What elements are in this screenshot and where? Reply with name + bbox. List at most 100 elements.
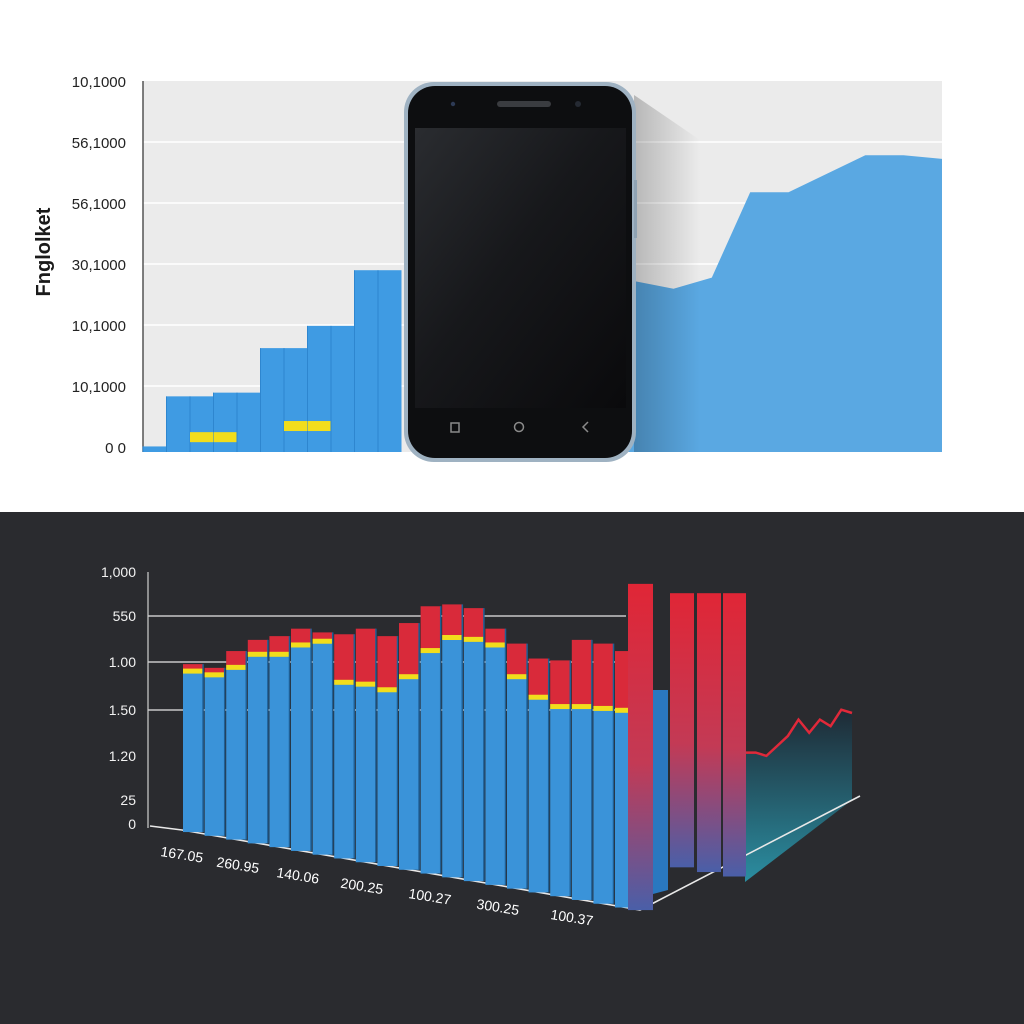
bar [237, 392, 261, 452]
bar-top-segment [442, 604, 463, 638]
bar-isolated [697, 593, 721, 873]
y-tick-label: 56,1000 [72, 196, 126, 213]
y-tick-label: 30,1000 [72, 257, 126, 274]
bar-highlight [420, 648, 441, 654]
bar [378, 270, 402, 452]
bar-highlight [334, 679, 355, 685]
y-tick-label: 10,1000 [72, 74, 126, 91]
bar-series [183, 583, 746, 911]
y-tick-labels: 1,000 550 1.00 1.50 1.20 25 0 [101, 564, 136, 832]
y-tick-label: 10,1000 [72, 379, 126, 396]
bar [291, 645, 312, 851]
bar-highlight [571, 704, 592, 710]
bar [354, 270, 378, 452]
bar [550, 707, 571, 897]
bar [166, 396, 190, 452]
bar-top-segment [355, 628, 376, 685]
y-tick-label: 56,1000 [72, 135, 126, 152]
bar [377, 690, 398, 867]
y-tick-label: 0 0 [105, 440, 126, 457]
bar [355, 684, 376, 863]
x-tick-label: 260.95 [216, 854, 261, 877]
y-tick-label: 1.00 [109, 654, 136, 670]
bar [420, 651, 441, 874]
bar [204, 675, 225, 836]
y-tick-label: 25 [120, 792, 136, 808]
bar-highlight [485, 642, 506, 648]
top-chart-panel: 10,1000 56,1000 56,1000 30,1000 10,1000 10,10… [0, 0, 1024, 512]
bar [213, 392, 237, 452]
bar-highlight [355, 681, 376, 687]
bar-highlight [550, 704, 571, 710]
x-tick-label: 100.37 [550, 906, 595, 929]
bar [312, 641, 333, 855]
back-wall-area [745, 708, 853, 882]
bar-highlight [442, 635, 463, 640]
bar [528, 697, 549, 893]
bar-highlight [284, 421, 308, 432]
bar [226, 667, 247, 840]
y-tick-labels: 10,1000 56,1000 56,1000 30,1000 10,1000 10,10… [72, 74, 126, 457]
bar [485, 645, 506, 885]
bar [463, 639, 484, 882]
bar [247, 654, 268, 844]
y-tick-label: 550 [113, 608, 137, 624]
bar-highlight [226, 664, 247, 670]
bar-top-segment [420, 606, 441, 652]
bar [143, 446, 167, 452]
bar-highlight [183, 668, 204, 674]
bar-isolated [670, 593, 694, 868]
y-tick-label: 1.50 [109, 702, 136, 718]
bar-isolated [723, 593, 746, 877]
bar-highlight [269, 651, 290, 657]
y-tick-label: 10,1000 [72, 318, 126, 335]
bar-highlight [247, 651, 268, 657]
bar-highlight [204, 672, 225, 678]
bar [334, 682, 355, 859]
bar [269, 654, 290, 848]
bar [571, 707, 592, 900]
bar-top-segment [463, 608, 484, 640]
side-pillar [653, 690, 668, 894]
bar [507, 677, 528, 889]
bar-top-segment [334, 634, 355, 683]
bar [593, 708, 614, 904]
x-tick-label: 167.05 [160, 843, 205, 866]
bar [284, 348, 308, 452]
bar-top-segment [571, 639, 592, 708]
bar-highlight [291, 642, 312, 648]
x-tick-label: 200.25 [340, 875, 385, 898]
bar [183, 671, 204, 833]
bar-highlight [593, 705, 614, 711]
bar [190, 396, 214, 452]
y-tick-label: 0 [128, 816, 136, 832]
bottom-3d-chart: 1,000 550 1.00 1.50 1.20 25 0 167.05 260.95 140.… [101, 564, 861, 929]
x-tick-label: 140.06 [276, 864, 321, 887]
bar-top-segment [593, 643, 614, 709]
bar [331, 325, 355, 452]
bar [307, 325, 331, 452]
y-axis-label: Fnglolket [33, 207, 55, 296]
bar [442, 638, 463, 878]
bar-top-segment [507, 643, 528, 678]
bar-isolated [628, 583, 653, 911]
x-tick-label: 100.27 [408, 885, 453, 908]
bar [260, 348, 284, 452]
top-chart: 10,1000 56,1000 56,1000 30,1000 10,1000 10,10… [33, 74, 942, 462]
y-tick-label: 1.20 [109, 748, 136, 764]
bar-highlight [463, 636, 484, 642]
bar-top-segment [528, 658, 549, 698]
bar-highlight [399, 674, 420, 680]
bar-highlight [377, 687, 398, 693]
bar-top-segment [550, 660, 571, 708]
bottom-chart-panel: 1,000 550 1.00 1.50 1.20 25 0 167.05 260.95 140.… [0, 512, 1024, 1024]
bar-highlight [307, 421, 331, 432]
bar-highlight [528, 694, 549, 700]
bar-top-segment [399, 623, 420, 678]
smartphone-icon [404, 82, 700, 462]
bar-top-segment [377, 636, 398, 691]
bar-highlight [190, 432, 214, 443]
bar-highlight [507, 674, 528, 680]
x-tick-label: 300.25 [476, 896, 521, 919]
bar [399, 677, 420, 870]
